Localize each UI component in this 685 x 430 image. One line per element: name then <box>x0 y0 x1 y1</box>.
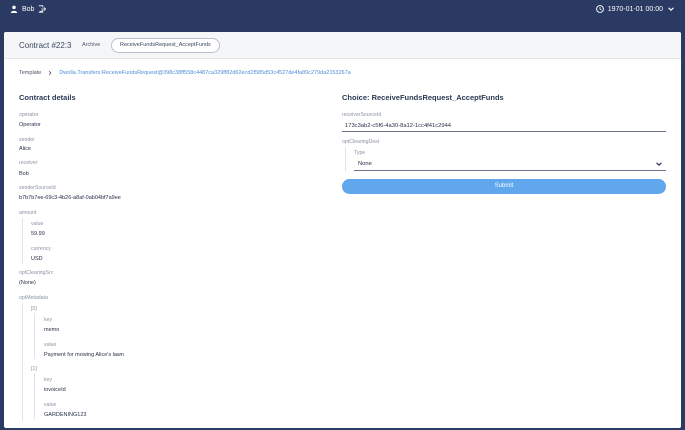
user-icon <box>10 5 18 13</box>
current-datetime: 1970-01-01 00:00 <box>607 5 663 13</box>
sender-source-id-value: b7b7b7ee-69c3-4b26-a8af-0ab04bf7a9ee <box>19 195 121 201</box>
currency-value: USD <box>31 256 43 262</box>
receiver-source-id-underline <box>342 131 666 132</box>
meta-index-0: [0] <box>31 306 37 312</box>
opt-metadata-label: optMetadata <box>19 295 48 301</box>
currency-label: currency <box>31 246 51 252</box>
amount-nest-line <box>22 218 23 264</box>
choice-button[interactable]: ReceiveFundsRequest_AcceptFunds <box>111 38 220 53</box>
chevron-down-icon[interactable] <box>655 160 663 168</box>
type-label: Type <box>354 150 366 156</box>
metadata-nest-line <box>22 303 23 421</box>
type-select[interactable]: None <box>358 161 372 167</box>
opt-clearing-src-value: (None) <box>19 280 36 286</box>
meta-1-nest-line <box>34 373 35 419</box>
logout-icon[interactable] <box>38 5 47 13</box>
meta-index-1: [1] <box>31 366 37 372</box>
receiver-source-id-input[interactable]: 173c3ab2-c5f6-4a30-8a12-1cc4f41c2944 <box>345 123 451 129</box>
amount-label: amount <box>19 210 37 216</box>
user-menu[interactable]: Bob <box>10 5 47 13</box>
amount-value: 59.99 <box>31 231 45 237</box>
amount-value-label: value <box>31 221 44 227</box>
meta-0-value: Payment for mowing Alice's lawn <box>44 352 124 358</box>
receiver-value: Bob <box>19 171 29 177</box>
sender-value: Alice <box>19 146 31 152</box>
clock-icon <box>595 5 604 13</box>
meta-1-key-label: key <box>44 377 53 383</box>
receiver-source-id-label: receiverSourceId <box>342 112 382 118</box>
opt-clearing-dest-label: optClearingDest <box>342 139 380 145</box>
meta-1-value: GARDENING123 <box>44 412 87 418</box>
archive-button[interactable]: Archive <box>82 42 100 48</box>
contract-header: Contract #22:3 Archive ReceiveFundsReque… <box>4 32 681 59</box>
sender-label: sender <box>19 137 35 143</box>
sender-source-id-label: senderSourceId <box>19 185 56 191</box>
operator-label: operator <box>19 112 39 118</box>
meta-1-key-value: invoiceId <box>44 387 66 393</box>
meta-0-value-label: value <box>44 342 57 348</box>
contract-id: Contract #22:3 <box>19 41 72 50</box>
breadcrumb: Template Dwolla.Transfers:ReceiveFundsRe… <box>19 70 351 76</box>
user-name: Bob <box>22 5 35 13</box>
meta-0-key-value: memo <box>44 327 60 333</box>
opt-clearing-dest-nest-line <box>345 147 346 171</box>
meta-1-value-label: value <box>44 402 57 408</box>
top-bar: Bob 1970-01-01 00:00 <box>0 0 685 20</box>
choice-title: Choice: ReceiveFundsRequest_AcceptFunds <box>342 93 504 102</box>
meta-0-nest-line <box>34 313 35 359</box>
type-select-underline <box>354 170 666 171</box>
opt-clearing-src-label: optClearingSrc <box>19 270 54 276</box>
receiver-label: receiver <box>19 160 38 166</box>
template-id-link[interactable]: Dwolla.Transfers:ReceiveFundsRequest@398… <box>59 70 350 76</box>
meta-0-key-label: key <box>44 317 53 323</box>
time-selector[interactable]: 1970-01-01 00:00 <box>595 5 675 13</box>
submit-button[interactable]: Submit <box>342 179 666 194</box>
contract-details-title: Contract details <box>19 93 76 102</box>
operator-value: Operator <box>19 122 41 128</box>
contract-panel: Contract #22:3 Archive ReceiveFundsReque… <box>4 32 681 428</box>
chevron-right-icon <box>49 70 52 76</box>
chevron-down-icon <box>668 7 674 11</box>
breadcrumb-template[interactable]: Template <box>19 70 41 76</box>
